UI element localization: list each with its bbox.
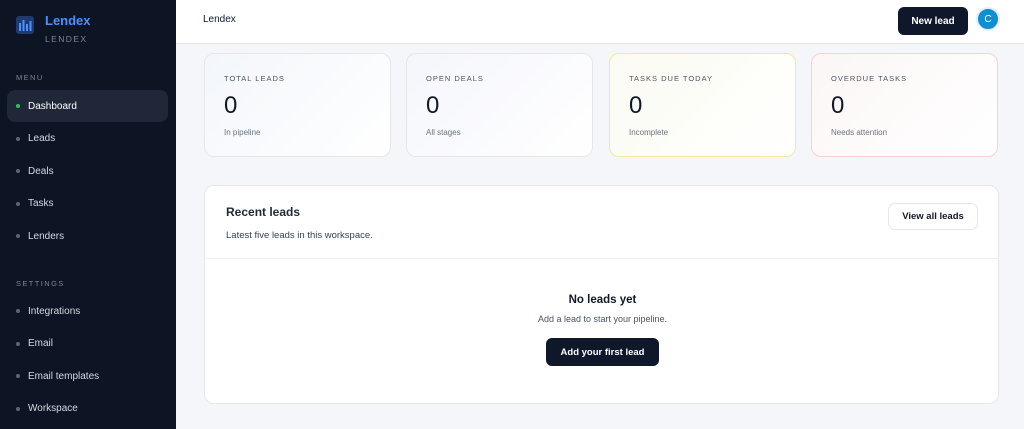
add-first-lead-button[interactable]: Add your first lead (546, 338, 659, 366)
sidebar-item-label: Email (28, 338, 54, 350)
sidebar-item-integrations[interactable]: Integrations (7, 295, 168, 327)
sidebar: Lendex LENDEX MENU Dashboard Leads Deals… (0, 0, 176, 429)
stat-label: OPEN DEALS (426, 74, 484, 83)
sidebar-item-label: Dashboard (28, 100, 77, 112)
brand-name: Lendex (45, 13, 91, 28)
stat-value: 0 (224, 92, 238, 119)
top-bar: Lendex New lead C (176, 0, 1024, 44)
sidebar-item-label: Tasks (28, 198, 54, 210)
stat-card-total-leads: TOTAL LEADS 0 In pipeline (204, 53, 391, 157)
stat-value: 0 (629, 92, 643, 119)
sidebar-item-deals[interactable]: Deals (7, 155, 168, 187)
panel-subtitle: Latest five leads in this workspace. (226, 230, 373, 241)
stat-value: 0 (426, 92, 440, 119)
stat-hint: In pipeline (224, 128, 261, 137)
main-nav: Dashboard Leads Deals Tasks Lenders (7, 90, 168, 253)
stat-hint: Incomplete (629, 128, 669, 137)
avatar[interactable]: C (976, 7, 1000, 31)
sidebar-item-workspace[interactable]: Workspace (7, 393, 168, 425)
menu-section-label: MENU (16, 73, 44, 82)
panel-title: Recent leads (226, 205, 301, 219)
dot-icon (16, 234, 20, 239)
dot-icon (16, 341, 20, 346)
stat-card-open-deals: OPEN DEALS 0 All stages (406, 53, 593, 157)
stat-card-tasks-due-today: TASKS DUE TODAY 0 Incomplete (609, 53, 796, 157)
stat-label: OVERDUE TASKS (831, 74, 908, 83)
sidebar-item-tasks[interactable]: Tasks (7, 188, 168, 220)
sidebar-item-label: Integrations (28, 305, 81, 317)
sidebar-item-email-templates[interactable]: Email templates (7, 360, 168, 392)
dot-icon (16, 374, 20, 379)
new-lead-button[interactable]: New lead (898, 7, 968, 35)
settings-section-label: SETTINGS (16, 279, 65, 288)
brand-subtitle: LENDEX (45, 34, 88, 44)
stat-hint: Needs attention (831, 128, 888, 137)
stat-card-overdue-tasks: OVERDUE TASKS 0 Needs attention (811, 53, 998, 157)
bar-chart-icon (15, 15, 35, 35)
empty-state-subtitle: Add a lead to start your pipeline. (537, 314, 668, 324)
stat-value: 0 (831, 92, 845, 119)
dot-icon (16, 406, 20, 411)
sidebar-item-email[interactable]: Email (7, 328, 168, 360)
dot-icon (16, 201, 20, 206)
sidebar-item-label: Workspace (28, 403, 78, 415)
dot-icon (16, 309, 20, 313)
sidebar-item-label: Deals (28, 165, 54, 177)
page-title: Lendex (203, 14, 236, 25)
brand[interactable]: Lendex LENDEX (0, 0, 176, 60)
sidebar-item-label: Lenders (28, 230, 65, 242)
sidebar-item-dashboard[interactable]: Dashboard (7, 90, 168, 122)
recent-leads-panel: Recent leads Latest five leads in this w… (204, 185, 999, 404)
sidebar-item-label: Leads (28, 133, 56, 145)
sidebar-item-lenders[interactable]: Lenders (7, 220, 168, 252)
dot-icon (16, 169, 20, 174)
empty-state-title: No leads yet (568, 294, 637, 306)
empty-state: No leads yet Add a lead to start your pi… (205, 260, 1000, 366)
settings-nav: Integrations Email Email templates Works… (7, 295, 168, 425)
sidebar-item-label: Email templates (28, 370, 100, 382)
dot-icon (16, 136, 20, 141)
view-all-leads-button[interactable]: View all leads (888, 203, 978, 230)
panel-header: Recent leads Latest five leads in this w… (205, 186, 998, 259)
stat-label: TASKS DUE TODAY (629, 74, 714, 83)
active-dot-icon (16, 104, 20, 108)
sidebar-item-leads[interactable]: Leads (7, 123, 168, 155)
stat-label: TOTAL LEADS (224, 74, 285, 83)
stat-hint: All stages (426, 128, 461, 137)
